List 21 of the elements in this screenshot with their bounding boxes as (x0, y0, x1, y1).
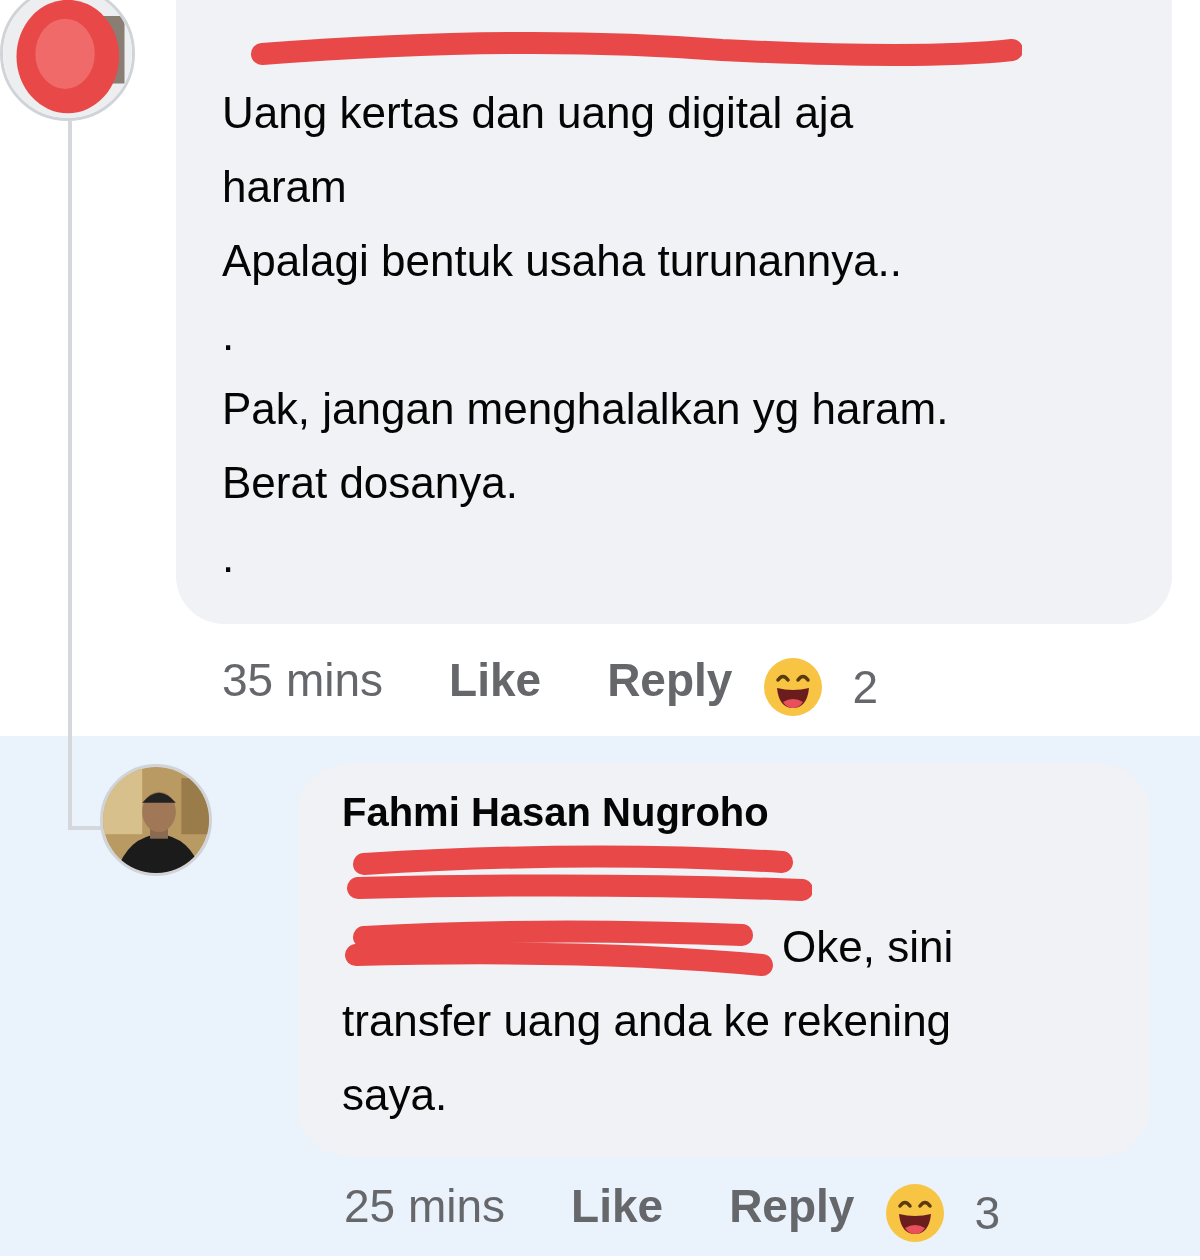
comment-text: Pak, jangan menghalalkan yg haram. (222, 383, 949, 435)
comment-time: 35 mins (222, 653, 384, 707)
grinning-face-icon (764, 658, 823, 716)
reaction-count: 2 (852, 660, 878, 714)
grinning-face-icon (886, 1184, 945, 1242)
like-link[interactable]: Like (571, 1179, 664, 1233)
reply-link[interactable]: Reply (729, 1179, 855, 1233)
reply-link[interactable]: Reply (607, 653, 733, 707)
comment-text: . (222, 531, 235, 583)
comment-text: Uang kertas dan uang digital aja (222, 87, 854, 139)
comment-text: Apalagi bentuk usaha turunannya.. (222, 235, 903, 287)
like-link[interactable]: Like (449, 653, 542, 707)
reaction-count: 3 (974, 1186, 1000, 1240)
comment-text: Oke, sini (782, 921, 954, 973)
comment-text: . (222, 309, 235, 361)
comment-text: haram (222, 161, 347, 213)
comment-time: 25 mins (344, 1179, 506, 1233)
comment-text: transfer uang anda ke rekening (342, 995, 952, 1047)
author-name[interactable]: Fahmi Hasan Nugroho (342, 782, 769, 842)
comment-text: Berat dosanya. (222, 457, 518, 509)
comment-text: saya. (342, 1069, 448, 1121)
